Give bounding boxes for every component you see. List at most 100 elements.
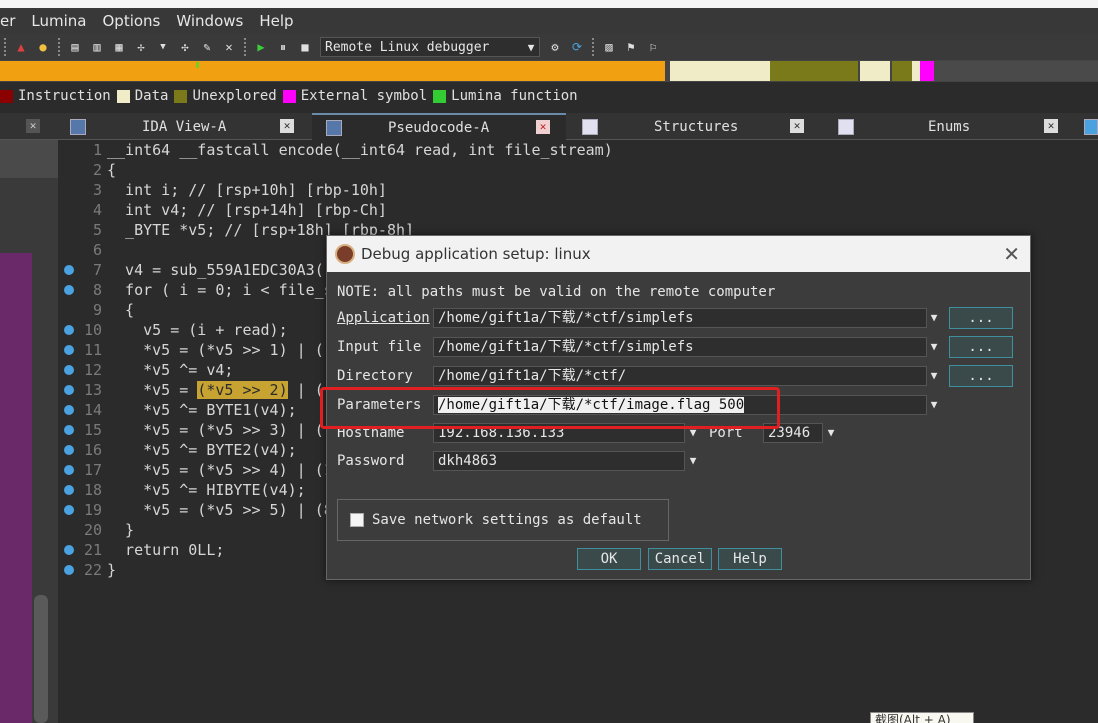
legend-swatch [116, 89, 130, 103]
code-line[interactable]: 4 int v4; // [rsp+14h] [rbp-Ch] [58, 200, 1098, 220]
code-text: v4 = sub_559A1EDC30A3( [107, 261, 324, 279]
chevron-down-icon[interactable]: ▼ [154, 38, 172, 56]
save-settings-checkbox[interactable] [350, 513, 364, 527]
line-number: 13 [83, 381, 102, 399]
line-number: 3 [92, 181, 102, 199]
ok-button[interactable]: OK [577, 548, 641, 570]
legend-label: Data [134, 88, 169, 104]
xref-icon[interactable]: ✢ [132, 38, 150, 56]
code-line[interactable]: 1 __int64 __fastcall encode(__int64 read,… [58, 140, 1098, 160]
chevron-down-icon[interactable]: ▼ [685, 451, 701, 471]
close-icon[interactable]: ✕ [26, 119, 40, 133]
breakpoint-dot-icon[interactable] [64, 425, 74, 435]
save-settings-label[interactable]: Save network settings as default [372, 512, 642, 528]
bulb-icon[interactable]: ● [34, 38, 52, 56]
breakpoint-dot-icon[interactable] [64, 365, 74, 375]
menu-lumina[interactable]: Lumina [23, 12, 94, 30]
warning-icon[interactable]: ▲ [12, 38, 30, 56]
line-number: 5 [92, 221, 102, 239]
legend-label: Instruction [18, 88, 111, 104]
input-file-browse-button[interactable]: ... [949, 336, 1013, 358]
breakpoint-dot-icon[interactable] [64, 345, 74, 355]
code-icon[interactable]: ▤ [66, 38, 84, 56]
navigation-band[interactable] [0, 60, 1098, 82]
dialog-titlebar[interactable]: Debug application setup: linux ✕ [327, 236, 1030, 272]
breakpoint-dot-icon[interactable] [64, 565, 74, 575]
code-text: *v5 = (*v5 >> 4) | (1 [107, 461, 333, 479]
breakpoint-dot-icon[interactable] [64, 485, 74, 495]
struct-icon[interactable]: ▦ [110, 38, 128, 56]
legend-label: External symbol [300, 88, 428, 104]
tab-left-stub[interactable]: ✕ [0, 113, 54, 140]
close-icon[interactable]: ✕ [1044, 119, 1058, 133]
breakpoint-dot-icon[interactable] [64, 545, 74, 555]
stop-icon[interactable]: ■ [296, 38, 314, 56]
graph-icon[interactable]: ▨ [600, 38, 618, 56]
breakpoint-dot-icon[interactable] [64, 325, 74, 335]
cross-icon[interactable]: ✕ [220, 38, 238, 56]
pause-icon[interactable]: ⏸ [274, 38, 292, 56]
breakpoint-dot-icon[interactable] [64, 285, 74, 295]
legend-swatch [282, 89, 296, 103]
edit-icon[interactable]: ✎ [198, 38, 216, 56]
menu-windows[interactable]: Windows [168, 12, 251, 30]
menu-debugger[interactable]: er [0, 12, 23, 30]
directory-field[interactable]: /home/gift1a/下载/*ctf/ [433, 366, 927, 386]
chevron-down-icon[interactable]: ▼ [926, 366, 942, 386]
breakpoint-dot-icon[interactable] [64, 405, 74, 415]
menu-help[interactable]: Help [251, 12, 301, 30]
code-text: *v5 = (*v5 >> 1) | ( [107, 341, 324, 359]
close-icon[interactable]: ✕ [536, 120, 550, 134]
password-field[interactable]: dkh4863 [433, 451, 685, 471]
data-icon[interactable]: ▥ [88, 38, 106, 56]
close-icon[interactable]: ✕ [790, 119, 804, 133]
line-number: 4 [92, 201, 102, 219]
legend-item-data: Data [113, 88, 169, 104]
toolbar: ▲ ● ▤ ▥ ▦ ✢ ▼ ✣ ✎ ✕ ▶ ⏸ ■ Remote Linux d… [0, 34, 1098, 60]
chevron-down-icon[interactable]: ▼ [926, 337, 942, 357]
help-button[interactable]: Help [718, 548, 782, 570]
debugger-select-value: Remote Linux debugger [325, 39, 490, 55]
cancel-button[interactable]: Cancel [648, 548, 712, 570]
breakpoint-dot-icon[interactable] [64, 445, 74, 455]
code-text: { [107, 161, 117, 179]
code-text: *v5 = (*v5 >> 5) | (8 [107, 501, 333, 519]
application-field[interactable]: /home/gift1a/下载/*ctf/simplefs [433, 308, 927, 328]
chevron-down-icon[interactable]: ▼ [926, 308, 942, 328]
breakpoint-dot-icon[interactable] [64, 505, 74, 515]
breakpoint-dot-icon[interactable] [64, 385, 74, 395]
code-line[interactable]: 2{ [58, 160, 1098, 180]
breakpoint-dot-icon[interactable] [64, 465, 74, 475]
close-icon[interactable]: ✕ [1003, 242, 1020, 266]
flow-icon[interactable]: ⚑ [622, 38, 640, 56]
tab-ida-view-a[interactable]: IDA View-A ✕ [56, 113, 310, 140]
sidebar-function-band [0, 253, 32, 723]
application-browse-button[interactable]: ... [949, 307, 1013, 329]
code-text: } [107, 561, 117, 579]
close-icon[interactable]: ✕ [280, 119, 294, 133]
detach-icon[interactable]: ⟳ [568, 38, 586, 56]
legend-swatch [433, 89, 447, 103]
tab-pseudocode-a[interactable]: Pseudocode-A ✕ [312, 113, 566, 140]
breakpoint-dot-icon[interactable] [64, 265, 74, 275]
sidebar-scrollbar[interactable] [34, 595, 48, 723]
input-file-field[interactable]: /home/gift1a/下载/*ctf/simplefs [433, 337, 927, 357]
star-icon[interactable]: ✣ [176, 38, 194, 56]
play-icon[interactable]: ▶ [252, 38, 270, 56]
flag-icon[interactable]: ⚐ [644, 38, 662, 56]
code-line[interactable]: 3 int i; // [rsp+10h] [rbp-10h] [58, 180, 1098, 200]
directory-browse-button[interactable]: ... [949, 365, 1013, 387]
left-sidebar [0, 140, 58, 723]
menu-options[interactable]: Options [94, 12, 168, 30]
line-number: 9 [92, 301, 102, 319]
tab-structures[interactable]: Structures ✕ [568, 113, 822, 140]
nav-segment-data [670, 61, 770, 81]
chevron-down-icon[interactable]: ▼ [926, 395, 942, 415]
code-text: } [107, 521, 135, 539]
attach-icon[interactable]: ⚙ [546, 38, 564, 56]
chevron-down-icon[interactable]: ▼ [823, 423, 839, 443]
tab-enums[interactable]: Enums ✕ [824, 113, 1078, 140]
code-text: int v4; // [rsp+14h] [rbp-Ch] [107, 201, 387, 219]
tab-overflow[interactable] [1080, 113, 1098, 140]
debugger-select[interactable]: Remote Linux debugger ▼ [320, 37, 540, 57]
